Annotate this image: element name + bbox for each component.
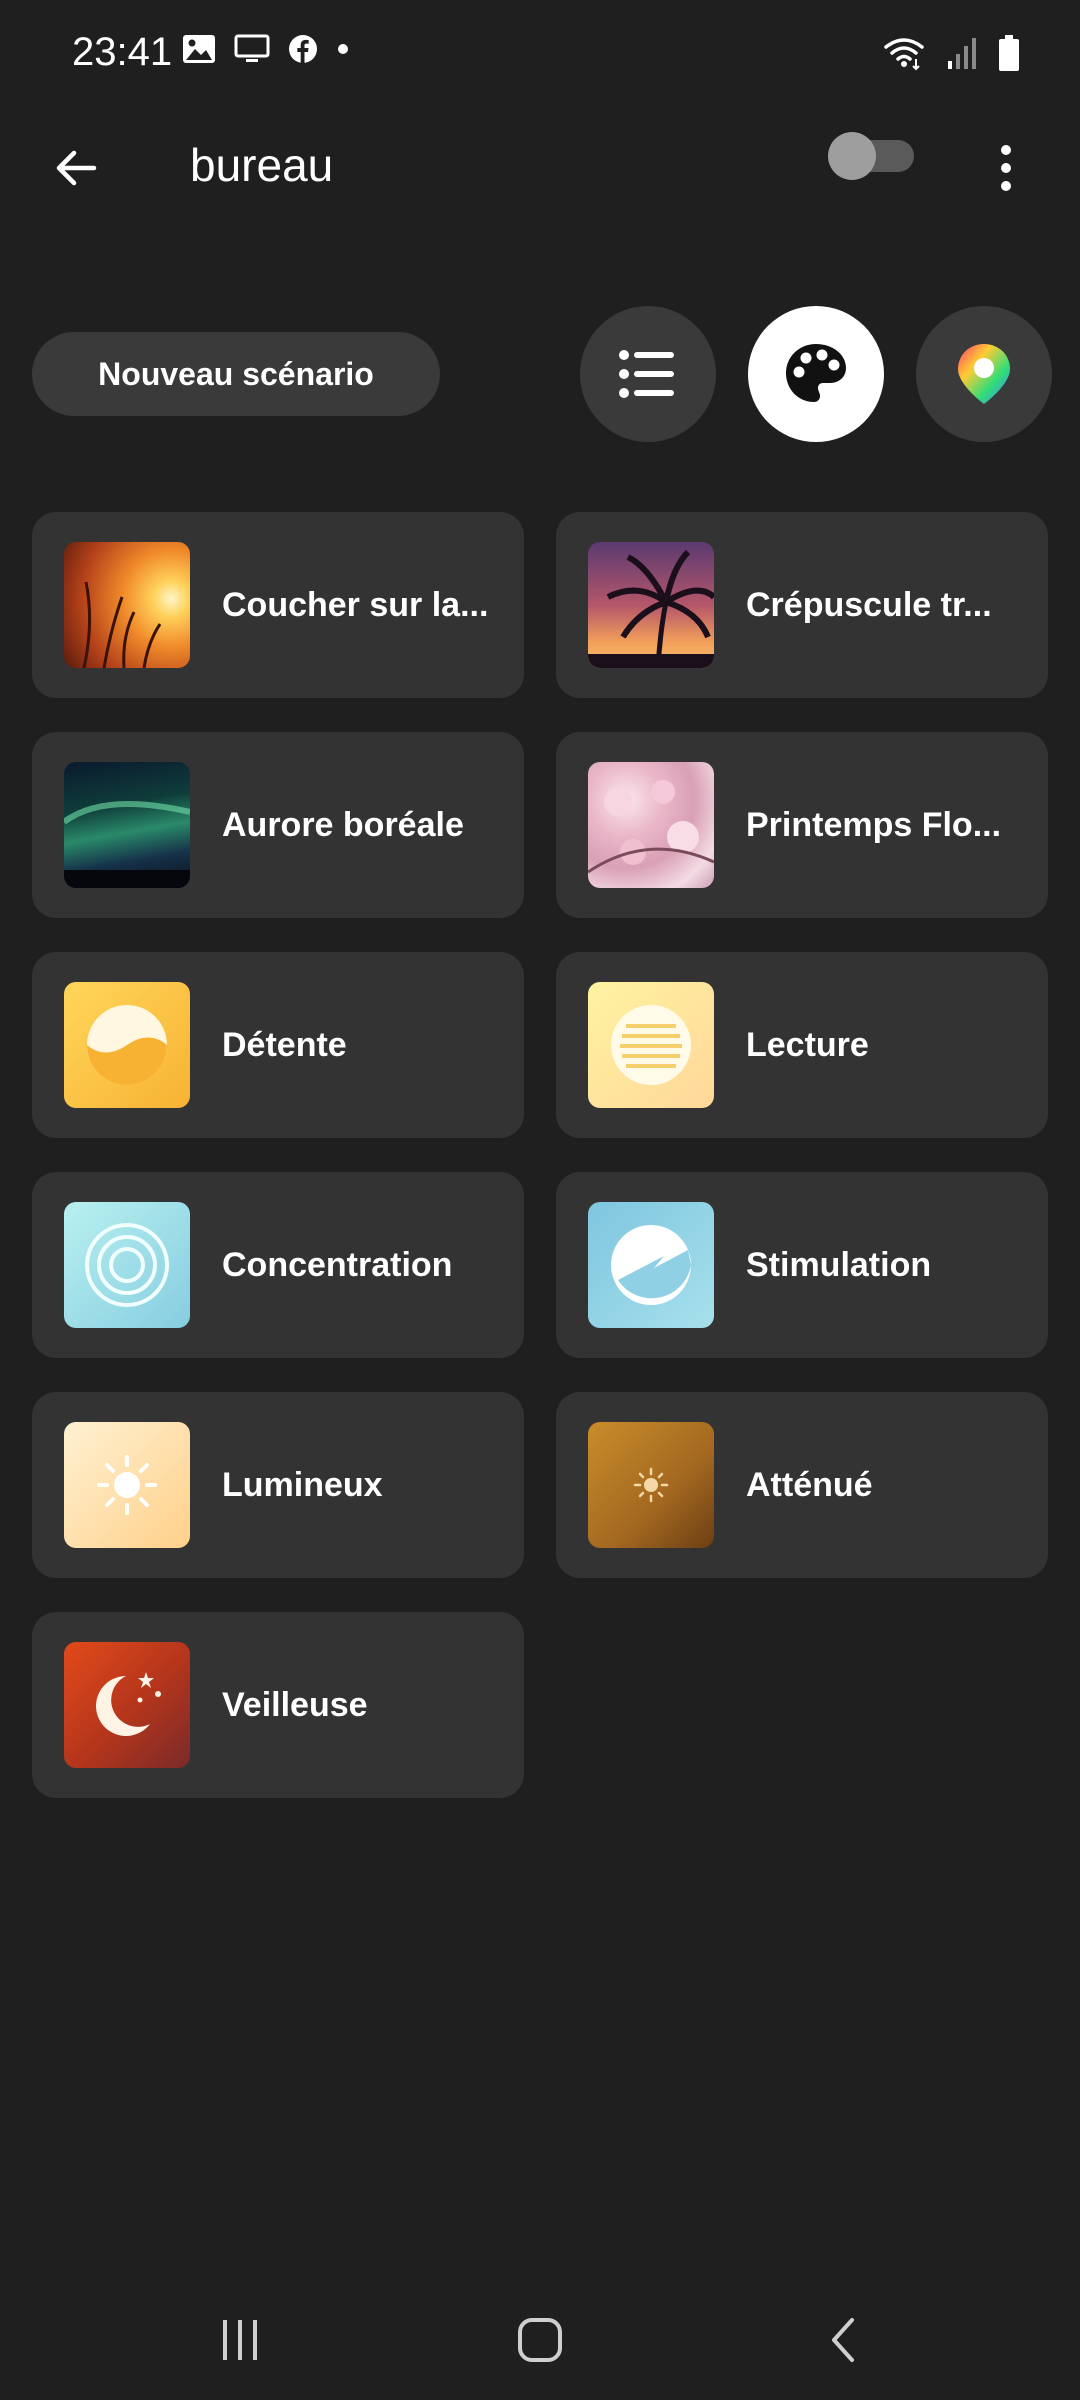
arrow-left-icon [56,150,97,186]
back-nav-icon [832,2318,854,2362]
palm-dusk-photo-thumb [588,542,714,668]
room-power-toggle[interactable] [828,132,914,180]
scene-label: Concentration [222,1245,453,1284]
app-bar: bureau [0,110,1080,310]
palette-view-button[interactable] [748,306,884,442]
system-nav-bar [0,2280,1080,2400]
nightlight-icon-thumb [64,1642,190,1768]
bright-icon-thumb [64,1422,190,1548]
blossom-photo-thumb [588,762,714,888]
dot-icon [338,44,348,54]
home-icon [518,2318,562,2362]
scene-card-stimulation[interactable]: Stimulation [556,1172,1048,1358]
status-icons-right [882,34,1020,72]
scene-card-lecture[interactable]: Lecture [556,952,1048,1138]
scene-label: Crépuscule tr... [746,585,992,624]
status-bar: 23:41 [0,0,1080,110]
list-view-button[interactable] [580,306,716,442]
energize-icon-thumb [588,1202,714,1328]
scene-label: Détente [222,1025,347,1064]
read-icon [611,1005,691,1085]
color-picker-button[interactable] [916,306,1052,442]
palette-icon [786,344,846,402]
scene-card-veilleuse[interactable]: Veilleuse [32,1612,524,1798]
back-nav-button[interactable] [795,2300,895,2380]
relax-icon [87,1005,167,1085]
scene-card-lumineux[interactable]: Lumineux [32,1392,524,1578]
color-picker-icon [958,344,1010,404]
toggle-thumb [828,132,876,180]
back-button[interactable] [36,128,116,208]
scene-label: Veilleuse [222,1685,368,1724]
dimmed-icon [633,1467,669,1503]
scene-card-coucher[interactable]: Coucher sur la... [32,512,524,698]
nightlight-icon [96,1672,161,1736]
signal-icon [948,38,976,69]
concentrate-icon [85,1223,169,1307]
bright-icon [97,1455,157,1515]
scene-label: Aurore boréale [222,805,464,844]
status-icons-left [182,34,350,64]
page-title: bureau [190,139,334,191]
status-time: 23:41 [72,30,173,74]
scene-label: Lumineux [222,1465,383,1504]
more-dot [1001,181,1011,191]
read-icon-thumb [588,982,714,1108]
scene-label: Coucher sur la... [222,585,489,624]
scene-card-printemps[interactable]: Printemps Flo... [556,732,1048,918]
scene-card-detente[interactable]: Détente [32,952,524,1138]
more-options-button[interactable] [976,128,1036,208]
scene-label: Lecture [746,1025,869,1064]
gallery-icon [183,35,215,63]
dimmed-icon-thumb [588,1422,714,1548]
new-scene-button[interactable]: Nouveau scénario [32,332,440,416]
energize-icon [611,1225,691,1305]
sunset-photo-thumb [64,542,190,668]
concentrate-icon-thumb [64,1202,190,1328]
scene-label: Stimulation [746,1245,932,1284]
recent-apps-button[interactable] [190,2300,290,2380]
scene-label: Printemps Flo... [746,805,1002,844]
scene-card-attenue[interactable]: Atténué [556,1392,1048,1578]
wifi-icon [884,38,924,71]
list-view-icon [619,350,674,398]
scene-label: Atténué [746,1465,873,1504]
more-dot [1001,163,1011,173]
scene-card-concentration[interactable]: Concentration [32,1172,524,1358]
recent-apps-icon [223,2320,257,2360]
scene-card-aurore[interactable]: Aurore boréale [32,732,524,918]
scene-card-crepuscule[interactable]: Crépuscule tr... [556,512,1048,698]
relax-icon-thumb [64,982,190,1108]
more-dot [1001,145,1011,155]
battery-icon [999,35,1019,71]
aurora-photo-thumb [64,762,190,888]
screen-cast-icon [234,34,270,62]
facebook-icon [289,35,317,63]
home-button[interactable] [490,2300,590,2380]
